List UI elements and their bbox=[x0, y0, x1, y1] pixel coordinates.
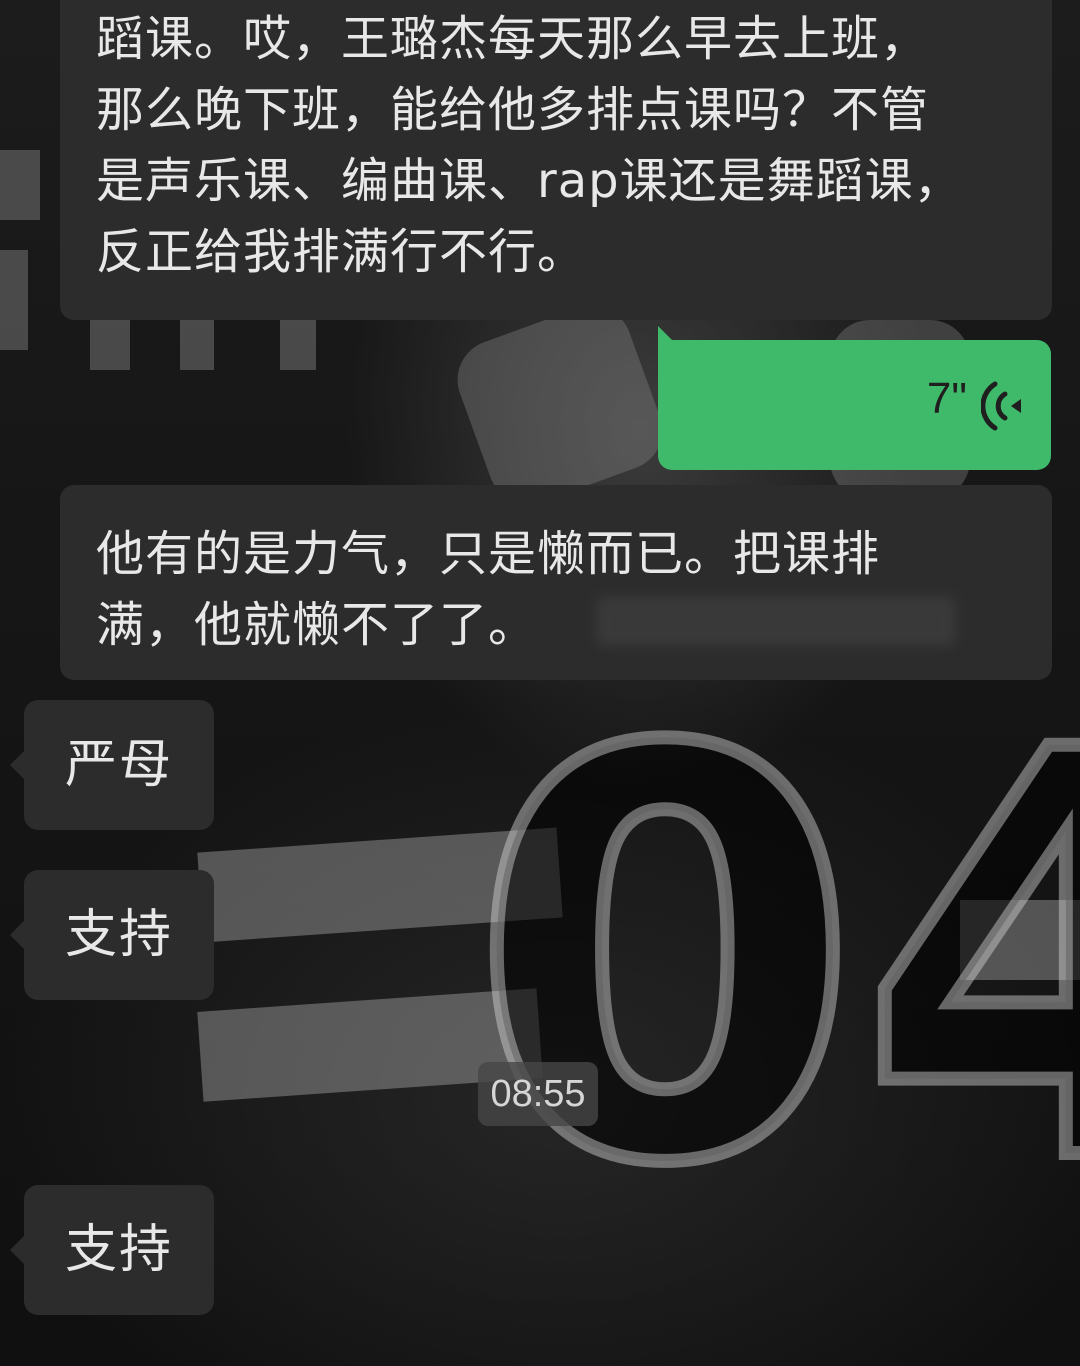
redacted-blur bbox=[596, 596, 956, 646]
message-line: 蹈课。哎，王璐杰每天那么早去上班， bbox=[96, 11, 930, 67]
bubble-tail bbox=[10, 1236, 24, 1264]
message-line: 他有的是力气，只是懒而已。把课排 bbox=[96, 526, 881, 582]
message-text: 支持 bbox=[64, 1220, 173, 1280]
message-line: 那么晚下班，能给他多排点课吗？不管 bbox=[96, 82, 930, 138]
incoming-message[interactable]: 支持 bbox=[10, 1185, 214, 1315]
voice-wave-icon bbox=[981, 381, 1021, 431]
incoming-message[interactable]: 蹈课。哎，王璐杰每天那么早去上班， 那么晚下班，能给他多排点课吗？不管 是声乐课… bbox=[60, 0, 1052, 320]
message-text: 蹈课。哎，王璐杰每天那么早去上班， 那么晚下班，能给他多排点课吗？不管 是声乐课… bbox=[96, 0, 1016, 288]
message-line: 是声乐课、编曲课、rap课还是舞蹈课， bbox=[96, 153, 963, 209]
wallpaper-streak bbox=[0, 150, 40, 220]
message-line: 反正给我排满行不行。 bbox=[96, 224, 587, 280]
wallpaper-hand bbox=[446, 294, 674, 516]
message-text: 支持 bbox=[64, 905, 173, 965]
jersey-number: 04 bbox=[463, 634, 1080, 1286]
bubble-tail bbox=[658, 326, 672, 373]
incoming-message[interactable]: 他有的是力气，只是懒而已。把课排 满，他就懒不了了。 bbox=[60, 485, 1052, 680]
bubble-tail bbox=[10, 921, 24, 949]
wallpaper-streak bbox=[0, 250, 28, 350]
message-timestamp: 08:55 bbox=[478, 1062, 598, 1126]
incoming-message[interactable]: 严母 bbox=[10, 700, 214, 830]
message-text: 严母 bbox=[64, 735, 173, 795]
voice-duration: 7" bbox=[926, 374, 967, 423]
bubble-tail bbox=[10, 751, 24, 779]
incoming-message[interactable]: 支持 bbox=[10, 870, 214, 1000]
outgoing-voice-message[interactable]: 7" bbox=[658, 326, 1051, 470]
